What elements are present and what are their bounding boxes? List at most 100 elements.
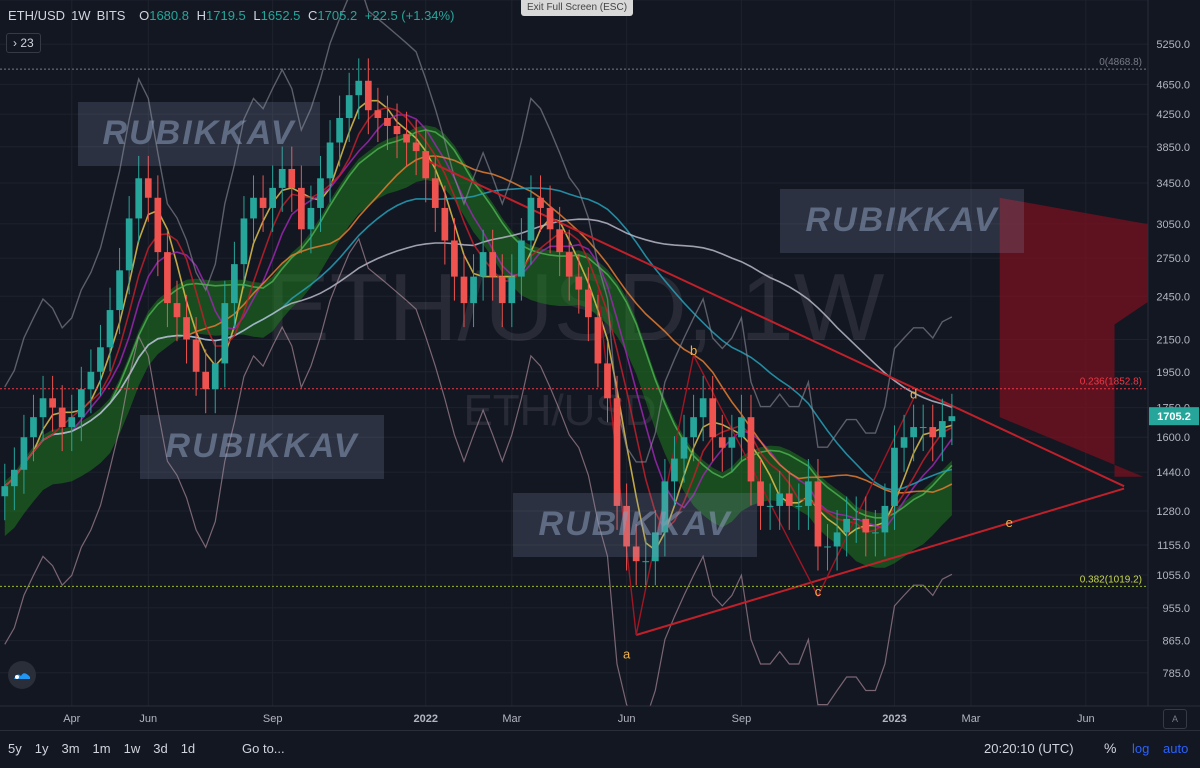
candle-body <box>1 486 9 497</box>
log-scale-toggle[interactable]: log <box>1132 741 1149 756</box>
percent-scale-toggle[interactable]: % <box>1104 740 1116 756</box>
candle-body <box>374 110 382 118</box>
candle-body <box>948 416 956 422</box>
tradingview-logo-icon[interactable] <box>8 661 36 689</box>
last-price-label: 1705.2 <box>1157 411 1191 423</box>
legend-change: +22.5 (+1.34%) <box>364 8 455 23</box>
indicators-toggle-button[interactable]: › 23 <box>6 33 41 53</box>
price-axis-label: 2750.0 <box>1156 253 1190 265</box>
candle-body <box>393 125 401 135</box>
price-axis-label: 4650.0 <box>1156 79 1190 91</box>
candle-body <box>872 532 879 534</box>
candle-body <box>451 240 458 277</box>
candle-body <box>336 117 343 143</box>
candle-body <box>718 437 726 448</box>
utc-clock[interactable]: 20:20:10 (UTC) <box>984 741 1074 756</box>
candle-body <box>537 197 544 208</box>
candle-body <box>422 151 430 179</box>
auto-scale-toggle[interactable]: auto <box>1163 741 1188 756</box>
candle-body <box>556 229 563 253</box>
exit-fullscreen-button[interactable]: Exit Full Screen (ESC) <box>521 0 634 16</box>
price-axis-label: 955.0 <box>1162 603 1190 615</box>
candle-body <box>355 80 363 96</box>
wave-label-b: b <box>690 343 697 358</box>
range-3m-button[interactable]: 3m <box>61 741 79 756</box>
candle-body <box>154 197 162 253</box>
candle-body <box>20 437 28 470</box>
candle-body <box>862 518 870 533</box>
candle-body <box>164 252 171 304</box>
price-axis-label: 1280.0 <box>1156 506 1190 518</box>
candle-body <box>833 532 841 547</box>
wave-label-c: c <box>815 584 822 599</box>
time-axis-label: 2023 <box>882 713 906 725</box>
candle-body <box>192 339 200 372</box>
candle-body <box>642 561 650 563</box>
candle-body <box>211 363 219 390</box>
range-1y-button[interactable]: 1y <box>35 741 49 756</box>
candle-body <box>814 481 822 547</box>
candle-body <box>49 398 56 408</box>
watermark-tag-text: RUBIKKAV <box>103 114 297 152</box>
range-3d-button[interactable]: 3d <box>153 741 167 756</box>
candle-body <box>910 427 917 438</box>
fib-level-label: 0.236(1852.8) <box>1080 377 1142 388</box>
candle-body <box>384 117 391 126</box>
candle-body <box>613 398 621 506</box>
candle-body <box>403 134 410 143</box>
legend-high-label: H <box>196 8 206 23</box>
candle-body <box>805 481 812 506</box>
candle-body <box>527 197 535 241</box>
legend-low: 1652.5 <box>260 8 301 23</box>
range-1d-button[interactable]: 1d <box>181 741 195 756</box>
time-axis-label: Sep <box>732 713 752 725</box>
fib-level-label: 0.382(1019.2) <box>1080 574 1142 585</box>
axis-settings-button[interactable]: A <box>1163 709 1187 729</box>
candle-body <box>317 178 324 208</box>
price-axis-label: 4250.0 <box>1156 109 1190 121</box>
candle-body <box>278 168 286 188</box>
wave-label-e: e <box>1006 515 1013 530</box>
legend-low-label: L <box>253 8 261 23</box>
legend-interval[interactable]: 1W <box>71 8 91 23</box>
legend-symbol[interactable]: ETH/USD <box>8 8 65 23</box>
candle-body <box>776 493 784 506</box>
candle-body <box>460 276 468 304</box>
candle-body <box>125 218 133 271</box>
legend-open-label: O <box>139 8 150 23</box>
candle-body <box>738 417 745 438</box>
range-1w-button[interactable]: 1w <box>124 741 141 756</box>
candle-body <box>116 270 123 311</box>
candle-body <box>87 371 95 390</box>
candle-body <box>77 389 85 418</box>
legend-high: 1719.5 <box>206 8 246 23</box>
time-axis-label: Apr <box>63 713 80 725</box>
price-axis-panel <box>1148 0 1200 706</box>
wave-label-a: a <box>623 646 631 661</box>
candle-body <box>135 178 143 219</box>
price-axis-label: 1440.0 <box>1156 467 1190 479</box>
candle-body <box>938 421 946 438</box>
candle-body <box>900 437 908 448</box>
candle-body <box>173 303 181 318</box>
candle-body <box>785 493 793 506</box>
candle-body <box>680 437 688 459</box>
price-chart[interactable]: ETH/USD, 1WETH/USD0(4868.8)0.236(1852.8)… <box>0 0 1200 730</box>
range-5y-button[interactable]: 5y <box>8 741 22 756</box>
candle-body <box>30 417 37 438</box>
candle-body <box>919 427 927 429</box>
range-1m-button[interactable]: 1m <box>93 741 111 756</box>
candle-body <box>585 289 592 318</box>
candle-body <box>231 264 238 304</box>
price-axis-label: 2450.0 <box>1156 291 1190 303</box>
time-axis-label: Mar <box>962 713 981 725</box>
candle-body <box>431 178 439 208</box>
candle-body <box>412 142 420 152</box>
goto-date-button[interactable]: Go to... <box>242 741 285 756</box>
candle-body <box>594 317 602 364</box>
candle-body <box>68 417 76 428</box>
price-axis-label: 3850.0 <box>1156 142 1190 154</box>
candle-body <box>221 303 229 364</box>
candle-body <box>470 276 477 304</box>
watermark-tag-text: RUBIKKAV <box>166 427 360 465</box>
